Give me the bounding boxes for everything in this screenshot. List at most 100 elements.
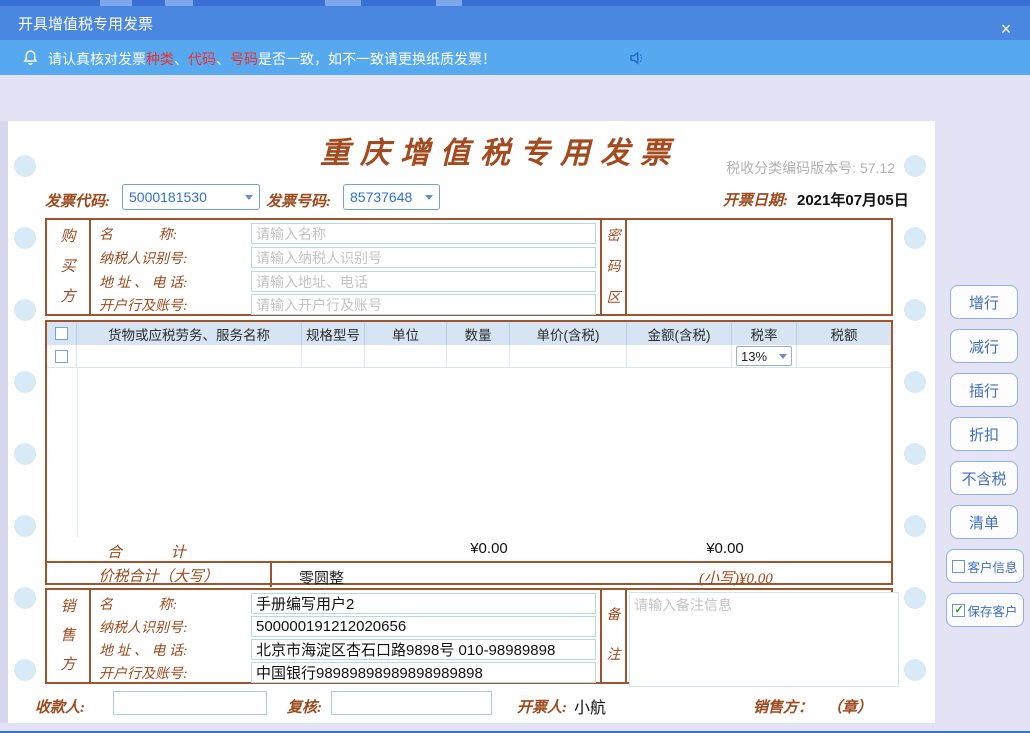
total-label: 合 计 bbox=[107, 541, 186, 562]
header-tax-rate: 税率 bbox=[732, 322, 797, 345]
invoice-code-select[interactable]: 5000181530 bbox=[122, 184, 260, 210]
remark-textarea[interactable] bbox=[629, 592, 899, 687]
invoice-code-label: 发票代码: bbox=[45, 190, 110, 211]
select-all-checkbox[interactable] bbox=[55, 327, 68, 340]
cell-amount[interactable] bbox=[627, 345, 732, 367]
invoice-code-value: 5000181530 bbox=[129, 189, 207, 205]
tax-code-version: 税收分类编码版本号: 57.12 bbox=[726, 158, 895, 178]
tax-exclusive-button[interactable]: 不含税 bbox=[950, 461, 1018, 495]
seller-name-input[interactable] bbox=[251, 593, 596, 614]
speaker-icon[interactable] bbox=[628, 49, 646, 70]
save-customer-button[interactable]: ✓ 保存客户 bbox=[946, 593, 1024, 627]
reviewer-input[interactable] bbox=[331, 691, 492, 715]
customer-info-checkbox[interactable] bbox=[952, 560, 965, 573]
total-unit-price: ¥0.00 bbox=[424, 540, 554, 557]
notice-highlight: 号码 bbox=[230, 51, 258, 67]
cell-quantity[interactable] bbox=[447, 345, 510, 367]
amount-in-words-label: 价税合计（大写） bbox=[98, 565, 218, 586]
buyer-bank-label: 开户行及账号: bbox=[99, 295, 251, 315]
invoice-window: 开具增值税专用发票 × 请认真核对发票种类、代码、号码是否一致，如不一致请更换纸… bbox=[0, 0, 1030, 733]
notice-highlight: 代码 bbox=[188, 51, 216, 67]
seller-taxid-input[interactable] bbox=[251, 616, 596, 637]
buyer-name-row: 名 称: bbox=[99, 222, 596, 245]
notice-bar: 请认真核对发票种类、代码、号码是否一致，如不一致请更换纸质发票！ bbox=[0, 40, 1030, 75]
cell-spec[interactable] bbox=[302, 345, 365, 367]
cell-tax-rate: 13% bbox=[732, 345, 797, 367]
seller-stamp-label: 销售方： bbox=[753, 696, 813, 717]
cell-unit-price[interactable] bbox=[510, 345, 627, 367]
tax-rate-select[interactable]: 13% bbox=[736, 346, 792, 366]
seller-taxid-label: 纳税人识别号: bbox=[99, 617, 251, 637]
amount-numeric: (小写)¥0.00 bbox=[699, 567, 773, 588]
buyer-address-input[interactable] bbox=[251, 271, 596, 292]
row-checkbox-cell bbox=[47, 345, 77, 367]
seller-taxid-row: 纳税人识别号: bbox=[99, 615, 596, 638]
close-icon[interactable]: × bbox=[996, 19, 1016, 39]
drawer-value: 小航 bbox=[574, 694, 606, 718]
summary-row: 价税合计（大写） 零圆整 (小写)¥0.00 bbox=[47, 561, 891, 587]
buyer-name-label: 名 称: bbox=[99, 224, 251, 244]
chevron-down-icon bbox=[425, 195, 433, 200]
toolbar: 普通开具 红字 导入 复制 暂存 预览 打印 bbox=[0, 75, 1030, 121]
row-checkbox[interactable] bbox=[55, 350, 68, 363]
buyer-taxid-row: 纳税人识别号: bbox=[99, 246, 596, 269]
body-column-divider bbox=[77, 368, 78, 538]
seller-name-row: 名 称: bbox=[99, 592, 596, 615]
chevron-down-icon bbox=[779, 354, 787, 359]
buyer-bank-row: 开户行及账号: bbox=[99, 293, 596, 316]
seller-address-input[interactable] bbox=[251, 639, 596, 660]
save-customer-checkbox[interactable]: ✓ bbox=[952, 604, 965, 617]
header-spec: 规格型号 bbox=[302, 322, 365, 345]
seller-bank-input[interactable] bbox=[251, 662, 596, 683]
invoice-title: 重庆增值税专用发票 bbox=[300, 128, 700, 172]
insert-row-button[interactable]: 插行 bbox=[950, 373, 1018, 407]
buyer-address-row: 地 址 、 电 话: bbox=[99, 270, 596, 293]
buyer-side-text: 购买方 bbox=[60, 222, 76, 312]
buyer-taxid-input[interactable] bbox=[251, 247, 596, 268]
cell-tax-amount[interactable] bbox=[797, 345, 891, 367]
seller-name-label: 名 称: bbox=[99, 594, 251, 614]
customer-info-label: 客户信息 bbox=[967, 557, 1017, 576]
header-unit-price: 单价(含税) bbox=[510, 322, 627, 345]
buyer-address-label: 地 址 、 电 话: bbox=[99, 272, 251, 292]
remove-row-button[interactable]: 减行 bbox=[950, 329, 1018, 363]
seller-section: 销售方 名 称: 纳税人识别号: 地 址 、 电 话: 开户行及账号: 备注 bbox=[45, 588, 893, 684]
notice-part: 、 bbox=[216, 51, 230, 67]
buyer-section: 购买方 名 称: 纳税人识别号: 地 址 、 电 话: 开户行及账号: 密码区 bbox=[45, 218, 893, 316]
discount-button[interactable]: 折扣 bbox=[950, 417, 1018, 451]
tax-rate-value: 13% bbox=[741, 349, 767, 364]
cell-unit[interactable] bbox=[365, 345, 447, 367]
seller-bank-row: 开户行及账号: bbox=[99, 661, 596, 684]
notice-text: 请认真核对发票种类、代码、号码是否一致，如不一致请更换纸质发票！ bbox=[48, 49, 496, 69]
invoice-number-value: 85737648 bbox=[350, 189, 412, 205]
invoice-number-select[interactable]: 85737648 bbox=[343, 184, 440, 210]
amount-in-words-cell: 价税合计（大写） bbox=[47, 563, 272, 587]
buyer-taxid-label: 纳税人识别号: bbox=[99, 248, 251, 268]
seller-bank-label: 开户行及账号: bbox=[99, 663, 251, 683]
cell-goods-name[interactable] bbox=[77, 345, 302, 367]
header-tax-amount: 税额 bbox=[797, 322, 891, 345]
seller-address-row: 地 址 、 电 话: bbox=[99, 638, 596, 661]
buyer-bank-input[interactable] bbox=[251, 294, 596, 315]
header-amount: 金额(含税) bbox=[627, 322, 732, 345]
buyer-name-input[interactable] bbox=[251, 223, 596, 244]
remark-label: 备注 bbox=[606, 596, 622, 676]
notice-part: 是否一致，如不一致请更换纸质发票！ bbox=[258, 51, 496, 67]
customer-info-button[interactable]: 客户信息 bbox=[946, 549, 1024, 583]
amount-in-words-value: 零圆整 bbox=[299, 567, 344, 588]
items-header-row: 货物或应税劳务、服务名称 规格型号 单位 数量 单价(含税) 金额(含税) 税率… bbox=[47, 322, 891, 345]
issue-date-label: 开票日期: bbox=[723, 189, 788, 210]
reviewer-label: 复核: bbox=[287, 696, 322, 717]
list-button[interactable]: 清单 bbox=[950, 505, 1018, 539]
drawer-label: 开票人: bbox=[517, 696, 567, 717]
seller-address-label: 地 址 、 电 话: bbox=[99, 640, 251, 660]
password-area-label-cell: 密码区 bbox=[600, 220, 627, 314]
header-checkbox-cell bbox=[47, 322, 77, 345]
item-row: 13% bbox=[47, 345, 891, 368]
password-area bbox=[627, 220, 891, 314]
stamp-placeholder: （章） bbox=[827, 696, 872, 717]
add-row-button[interactable]: 增行 bbox=[950, 285, 1018, 319]
decor-dots-right bbox=[903, 152, 927, 712]
payee-input[interactable] bbox=[113, 691, 267, 715]
remark-label-cell: 备注 bbox=[600, 590, 627, 682]
